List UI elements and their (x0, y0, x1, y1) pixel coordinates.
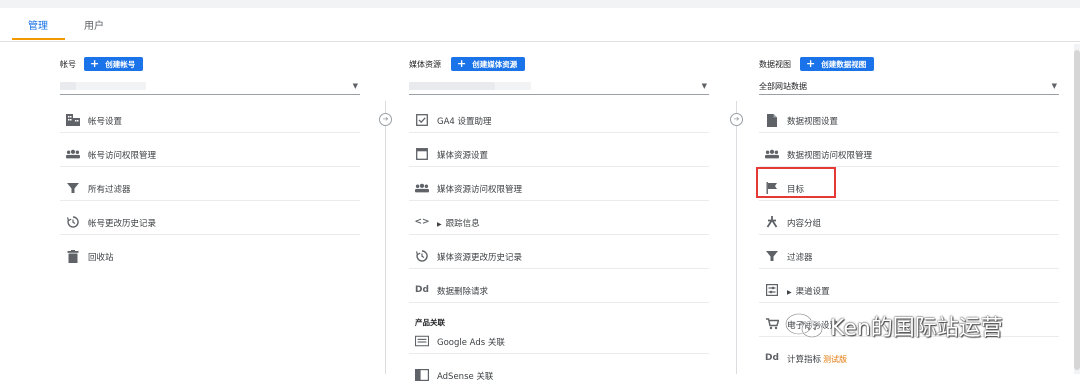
account-selector[interactable]: ▼ (60, 80, 360, 95)
create-property-button[interactable]: + 创建媒体资源 (451, 57, 526, 71)
menu-item-all-filters[interactable]: 所有过滤器 (60, 174, 360, 201)
history-icon (66, 216, 80, 228)
menu-item-filters[interactable]: 过滤器 (759, 242, 1059, 269)
arrow-right-icon: ➔ (379, 113, 392, 126)
plus-icon: + (457, 57, 467, 70)
menu-item-label: 媒体资源访问权限管理 (437, 185, 523, 195)
column-divider (385, 101, 386, 374)
cart-icon (765, 318, 779, 330)
plus-icon: + (90, 57, 100, 70)
redacted-account-name (60, 82, 76, 90)
account-column: 帐号 +创建帐号 ▼ 帐号设置 帐号访问权限管理 所有过滤器 帐号更改历史记录 (60, 44, 360, 374)
menu-item-label: 帐号更改历史记录 (88, 219, 157, 229)
redacted-property-name-tail (495, 82, 531, 90)
menu-item-account-settings[interactable]: 帐号设置 (60, 106, 360, 133)
menu-item-label: Google Ads 关联 (437, 338, 505, 348)
person-walking-icon (765, 216, 779, 228)
menu-item-calculated-metrics[interactable]: Dd 计算指标 测试版 (759, 344, 1059, 370)
checkbox-icon (415, 114, 429, 126)
channel-icon (765, 284, 779, 296)
menu-item-label: 回收站 (88, 253, 114, 263)
window-icon (415, 148, 429, 160)
menu-item-label: 帐号访问权限管理 (88, 151, 157, 161)
menu-item-label: 所有过滤器 (88, 185, 131, 195)
menu-item-view-settings[interactable]: 数据视图设置 (759, 106, 1059, 133)
menu-item-property-history[interactable]: 媒体资源更改历史记录 (409, 242, 709, 269)
history-icon (415, 250, 429, 262)
goals-highlight-box (756, 167, 836, 198)
menu-item-label: 帐号设置 (88, 117, 123, 127)
menu-item-label: 计算指标 测试版 (787, 355, 848, 365)
menu-item-tracking-info[interactable]: <> ▶ 跟踪信息 (409, 208, 709, 235)
redacted-account-name-tail (76, 82, 146, 90)
menu-item-data-deletion[interactable]: Dd 数据删除请求 (409, 276, 709, 303)
view-selector-value: 全部网站数据 (759, 82, 807, 91)
expand-triangle-icon: ▶ (437, 221, 442, 228)
adsense-icon (415, 369, 429, 381)
menu-item-property-settings[interactable]: 媒体资源设置 (409, 140, 709, 167)
account-label: 帐号 (60, 60, 76, 69)
menu-item-adsense-linking[interactable]: AdSense 关联 (409, 361, 709, 387)
menu-item-content-grouping[interactable]: 内容分组 (759, 208, 1059, 235)
menu-item-label: GA4 设置助理 (437, 117, 492, 127)
filter-icon (66, 182, 80, 194)
expand-triangle-icon: ▶ (787, 289, 792, 296)
property-label: 媒体资源 (409, 60, 441, 69)
dropdown-caret-icon: ▼ (1051, 82, 1057, 90)
menu-item-google-ads-linking[interactable]: Google Ads 关联 (409, 327, 709, 354)
arrow-right-icon: ➔ (730, 113, 743, 126)
filter-icon (765, 250, 779, 262)
chat-bubble-icon (785, 313, 823, 338)
dd-icon: Dd (415, 284, 429, 295)
people-icon (415, 182, 429, 194)
menu-item-channel-settings[interactable]: ▶ 渠道设置 (759, 276, 1059, 303)
plus-icon: + (806, 57, 816, 70)
menu-item-label: 过滤器 (787, 253, 813, 263)
dropdown-caret-icon: ▼ (701, 82, 707, 90)
menu-item-account-history[interactable]: 帐号更改历史记录 (60, 208, 360, 235)
redacted-property-name (409, 82, 495, 90)
trash-icon (66, 249, 80, 263)
menu-item-label: 媒体资源更改历史记录 (437, 253, 523, 263)
property-selector[interactable]: ▼ (409, 80, 709, 95)
tab-admin[interactable]: 管理 (28, 17, 48, 32)
admin-tab-bar: 管理 用户 (0, 8, 1080, 42)
menu-item-label: 数据视图访问权限管理 (787, 151, 873, 161)
menu-item-ga4-setup-assistant[interactable]: GA4 设置助理 (409, 106, 709, 133)
menu-item-account-access[interactable]: 帐号访问权限管理 (60, 140, 360, 167)
menu-item-view-access[interactable]: 数据视图访问权限管理 (759, 140, 1059, 167)
ads-icon (415, 335, 429, 347)
active-tab-indicator (12, 38, 65, 40)
tab-users[interactable]: 用户 (84, 17, 104, 32)
menu-item-trash[interactable]: 回收站 (60, 242, 360, 268)
view-selector[interactable]: 全部网站数据 ▼ (759, 80, 1059, 95)
document-icon (765, 113, 779, 127)
watermark-text: Ken的国际站运营 (830, 316, 1003, 341)
column-divider (736, 101, 737, 374)
dropdown-caret-icon: ▼ (352, 82, 358, 90)
dd-icon: Dd (765, 352, 779, 363)
scrollbar[interactable] (1074, 44, 1080, 374)
scrollbar-thumb[interactable] (1074, 50, 1080, 370)
menu-item-label: AdSense 关联 (437, 372, 494, 382)
menu-item-property-access[interactable]: 媒体资源访问权限管理 (409, 174, 709, 201)
building-icon (66, 114, 80, 126)
menu-item-label: 数据视图设置 (787, 117, 839, 127)
top-band (0, 0, 1080, 8)
create-view-button[interactable]: + 创建数据视图 (800, 57, 875, 71)
menu-item-label: 内容分组 (787, 219, 822, 229)
beta-badge: 测试版 (823, 355, 848, 364)
people-icon (66, 148, 80, 160)
code-icon: <> (414, 216, 430, 227)
property-column: 媒体资源 + 创建媒体资源 ▼ GA4 设置助理 媒体资源设置 媒体资源访问权限管… (409, 44, 709, 382)
people-icon (765, 148, 779, 160)
menu-item-label: 媒体资源设置 (437, 151, 489, 161)
menu-item-label: 数据删除请求 (437, 287, 489, 297)
menu-item-label: ▶ 跟踪信息 (437, 219, 480, 229)
view-label: 数据视图 (759, 60, 791, 69)
menu-item-label: ▶ 渠道设置 (787, 287, 830, 297)
create-account-button[interactable]: + 创建帐号 (84, 57, 144, 71)
